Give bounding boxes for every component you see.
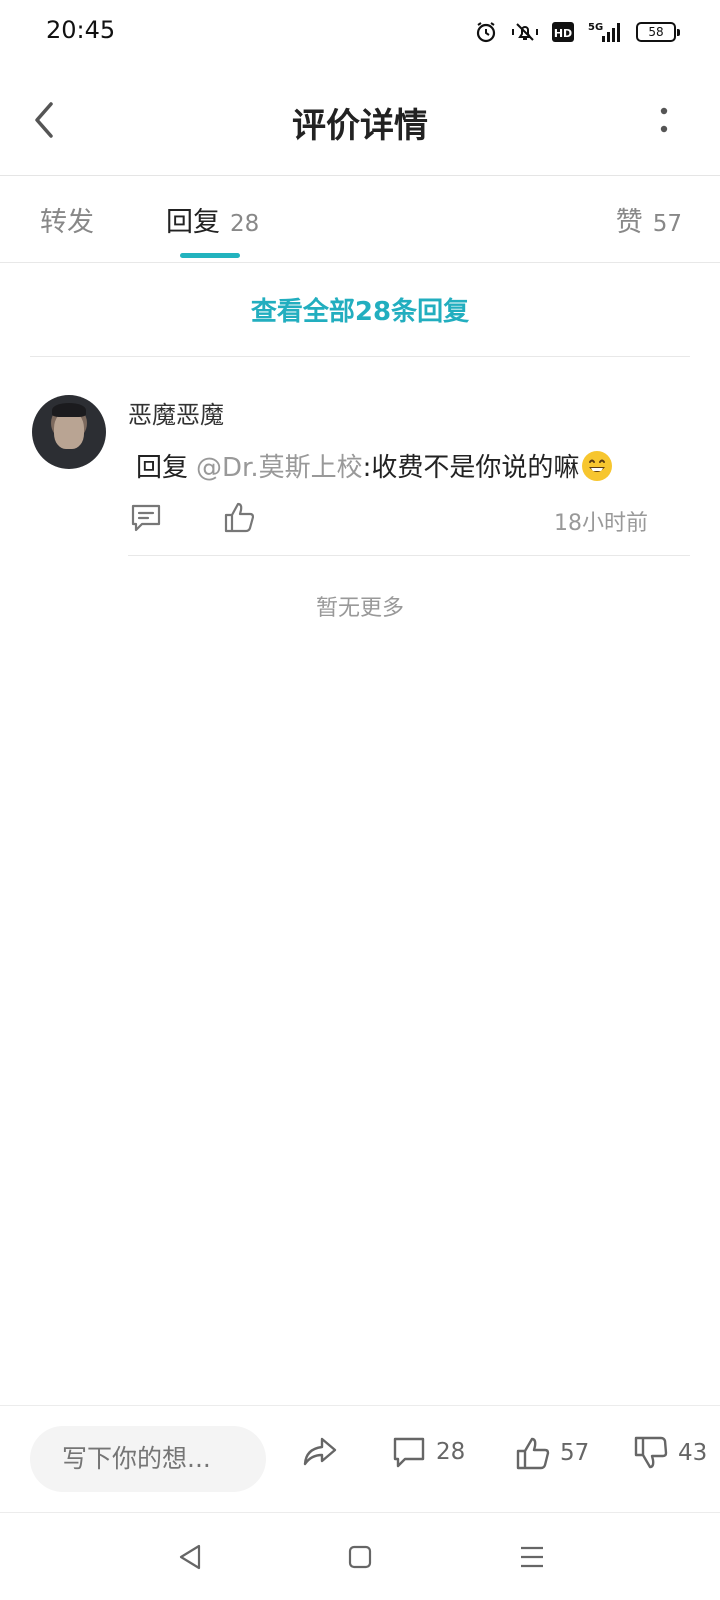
comment-item: 恶魔恶魔 回复 @Dr.莫斯上校 :收费不是你说的嘛 18小时前 (0, 357, 720, 567)
comment-body: :收费不是你说的嘛 (362, 453, 580, 483)
like-count-button[interactable]: 57 (516, 1436, 589, 1470)
signal-5g-icon: 5G (586, 20, 624, 44)
like-button[interactable] (224, 501, 255, 533)
avatar[interactable] (32, 395, 106, 469)
divider (128, 555, 690, 556)
more-button[interactable] (652, 100, 676, 140)
mute-vibrate-icon (510, 20, 540, 44)
share-icon (303, 1437, 337, 1466)
tab-reply[interactable]: 回复 28 (166, 200, 259, 239)
comment-timestamp: 18小时前 (554, 511, 648, 536)
tab-reply-count: 28 (230, 211, 260, 237)
tab-reply-label: 回复 (166, 207, 220, 238)
svg-text:5G: 5G (588, 22, 603, 33)
status-bar: 20:45 HD 5G 58 (0, 0, 720, 64)
comment-icon (131, 504, 161, 532)
tab-forward-label: 转发 (40, 207, 94, 238)
thumbs-up-icon (224, 502, 255, 533)
thumbs-up-icon (516, 1437, 550, 1470)
reply-prefix: 回复 (136, 453, 189, 483)
nav-back-button[interactable] (172, 1539, 208, 1575)
battery-icon: 58 (636, 22, 680, 42)
page-title: 评价详情 (292, 106, 428, 146)
more-vertical-icon (660, 107, 668, 133)
tab-like-label: 赞 (615, 207, 643, 238)
comment-bubble-icon (393, 1437, 425, 1468)
svg-text:HD: HD (554, 27, 572, 40)
tab-active-indicator (180, 253, 240, 258)
no-more-text: 暂无更多 (315, 596, 404, 621)
tab-bar: 转发 回复 28 赞 57 (0, 176, 720, 263)
app-bar: 评价详情 (0, 64, 720, 176)
hd-icon: HD (552, 22, 574, 42)
view-all-replies-link[interactable]: 查看全部28条回复 (30, 263, 690, 357)
comment-count: 28 (436, 1439, 466, 1465)
bottom-action-bar: 28 57 43 (0, 1405, 720, 1513)
thumbs-down-icon (634, 1436, 668, 1469)
share-button[interactable] (302, 1436, 338, 1468)
dislike-count-button[interactable]: 43 (634, 1436, 707, 1470)
comment-count-button[interactable]: 28 (392, 1436, 465, 1468)
square-home-icon (348, 1545, 372, 1569)
tab-like[interactable]: 赞 57 (616, 200, 682, 239)
status-time: 20:45 (46, 16, 116, 44)
tab-like-count: 57 (652, 211, 682, 237)
menu-lines-icon (521, 1546, 543, 1568)
mention-link[interactable]: @Dr.莫斯上校 (196, 447, 363, 484)
system-nav-bar (0, 1513, 720, 1600)
comment-username[interactable]: 恶魔恶魔 (128, 395, 224, 430)
alarm-icon (474, 20, 498, 44)
like-count: 57 (560, 1440, 590, 1466)
comment-input[interactable] (30, 1426, 266, 1492)
tab-forward[interactable]: 转发 (40, 200, 94, 239)
grinning-face-emoji-icon (581, 450, 613, 482)
comment-text[interactable]: 回复 @Dr.莫斯上校 :收费不是你说的嘛 (136, 447, 613, 484)
dislike-count: 43 (678, 1440, 708, 1466)
triangle-back-icon (179, 1544, 201, 1570)
nav-recent-button[interactable] (514, 1539, 550, 1575)
reply-button[interactable] (130, 503, 162, 533)
status-icons: HD 5G 58 (474, 18, 680, 46)
nav-home-button[interactable] (342, 1539, 378, 1575)
